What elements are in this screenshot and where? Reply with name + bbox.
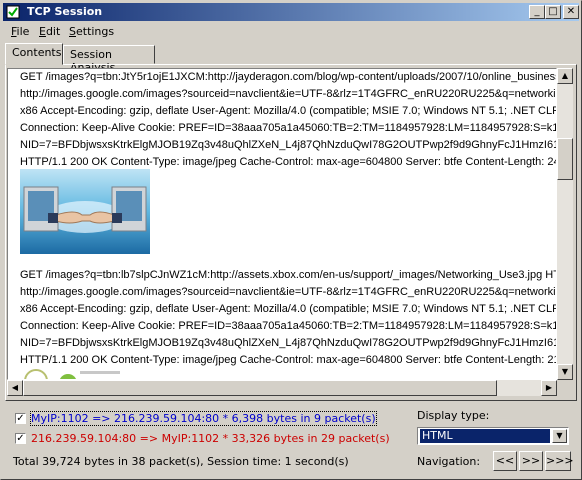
content-line: NID=7=BFDbjwsxsKtrkElgMJOB19Zq3v48uQhlZX… — [20, 139, 557, 151]
flow-1-checkbox[interactable]: ✓ — [15, 413, 26, 424]
networking-image — [24, 369, 120, 379]
content-line: x86 Accept-Encoding: gzip, deflate User-… — [20, 303, 557, 315]
menu-edit-label: dit — [45, 25, 61, 38]
app-icon — [6, 5, 20, 19]
scroll-up-button[interactable]: ▲ — [557, 68, 573, 84]
tab-strip: Contents Session Analysis — [5, 43, 579, 74]
content-line: GET /images?q=tbn:JtY5r1ojE1JXCM:http://… — [20, 71, 557, 83]
arrow-right-icon: ▶ — [545, 383, 553, 392]
content-line: Connection: Keep-Alive Cookie: PREF=ID=3… — [20, 122, 557, 134]
horizontal-scrollbar[interactable]: ◀ ▶ — [7, 380, 557, 396]
maximize-icon: □ — [548, 6, 558, 17]
nav-first-button[interactable]: << — [493, 451, 517, 471]
request-block-1: GET /images?q=tbn:JtY5r1ojE1JXCM:http://… — [20, 69, 557, 171]
flow-2-checkbox[interactable]: ✓ — [15, 433, 26, 444]
session-summary: Total 39,724 bytes in 38 packet(s), Sess… — [13, 455, 349, 468]
tcp-session-window: TCP Session _ □ ✕ File Edit Settings Con… — [0, 0, 582, 480]
horizontal-scroll-thumb[interactable] — [23, 380, 497, 396]
title-bar[interactable]: TCP Session _ □ ✕ — [3, 3, 579, 21]
tab-contents-label: Contents — [12, 46, 62, 59]
display-type-select[interactable]: HTML ▼ — [417, 427, 569, 445]
content-line: x86 Accept-Encoding: gzip, deflate User-… — [20, 105, 557, 117]
display-type-value: HTML — [420, 429, 550, 443]
minimize-icon: _ — [534, 6, 540, 17]
flow-2-label[interactable]: 216.239.59.104:80 => MyIP:1102 * 33,326 … — [31, 432, 390, 445]
close-button[interactable]: ✕ — [563, 5, 579, 19]
arrow-down-icon: ▼ — [561, 367, 569, 376]
handshake-image — [20, 169, 150, 254]
menu-settings-accel: S — [69, 25, 76, 38]
checkmark-icon: ✓ — [16, 433, 25, 444]
checkmark-icon: ✓ — [16, 413, 25, 424]
menu-edit[interactable]: Edit — [39, 25, 60, 38]
nav-next-button[interactable]: >> — [519, 451, 543, 471]
tab-contents[interactable]: Contents — [5, 43, 63, 65]
request-block-2: GET /images?q=tbn:lb7slpCJnWZ1cM:http://… — [20, 267, 557, 369]
scroll-down-button[interactable]: ▼ — [557, 364, 573, 380]
menu-settings[interactable]: Settings — [69, 25, 114, 38]
scroll-right-button[interactable]: ▶ — [541, 380, 557, 396]
maximize-button[interactable]: □ — [545, 5, 561, 19]
menu-bar: File Edit Settings — [3, 23, 579, 41]
window-title: TCP Session — [27, 5, 103, 18]
vertical-scroll-thumb[interactable] — [557, 138, 573, 180]
content-line: Connection: Keep-Alive Cookie: PREF=ID=3… — [20, 320, 557, 332]
content-viewer[interactable]: GET /images?q=tbn:JtY5r1ojE1JXCM:http://… — [7, 68, 557, 380]
arrow-up-icon: ▲ — [561, 71, 569, 80]
scroll-corner — [557, 380, 573, 396]
scroll-left-button[interactable]: ◀ — [7, 380, 23, 396]
chevron-down-icon: ▼ — [556, 431, 563, 440]
content-line: http://images.google.com/images?sourceid… — [20, 286, 557, 298]
content-line: http://images.google.com/images?sourceid… — [20, 88, 557, 100]
nav-last-button[interactable]: >>> — [545, 451, 574, 471]
vertical-scrollbar[interactable]: ▲ ▼ — [557, 68, 573, 380]
tab-session-analysis[interactable]: Session Analysis — [63, 45, 155, 74]
close-icon: ✕ — [566, 6, 576, 17]
menu-edit-accel: E — [39, 25, 46, 38]
menu-file[interactable]: File — [11, 25, 29, 38]
menu-file-label: ile — [16, 25, 30, 38]
dropdown-button[interactable]: ▼ — [552, 429, 567, 443]
flow-1-label[interactable]: MyIP:1102 => 216.239.59.104:80 * 6,398 b… — [30, 411, 377, 426]
display-type-label: Display type: — [417, 409, 490, 422]
menu-settings-label: ettings — [75, 25, 115, 38]
arrow-left-icon: ◀ — [11, 383, 19, 392]
navigation-label: Navigation: — [417, 455, 481, 468]
content-line: GET /images?q=tbn:lb7slpCJnWZ1cM:http://… — [20, 269, 557, 281]
minimize-button[interactable]: _ — [529, 5, 545, 19]
content-line: NID=7=BFDbjwsxsKtrkElgMJOB19Zq3v48uQhlZX… — [20, 337, 557, 349]
